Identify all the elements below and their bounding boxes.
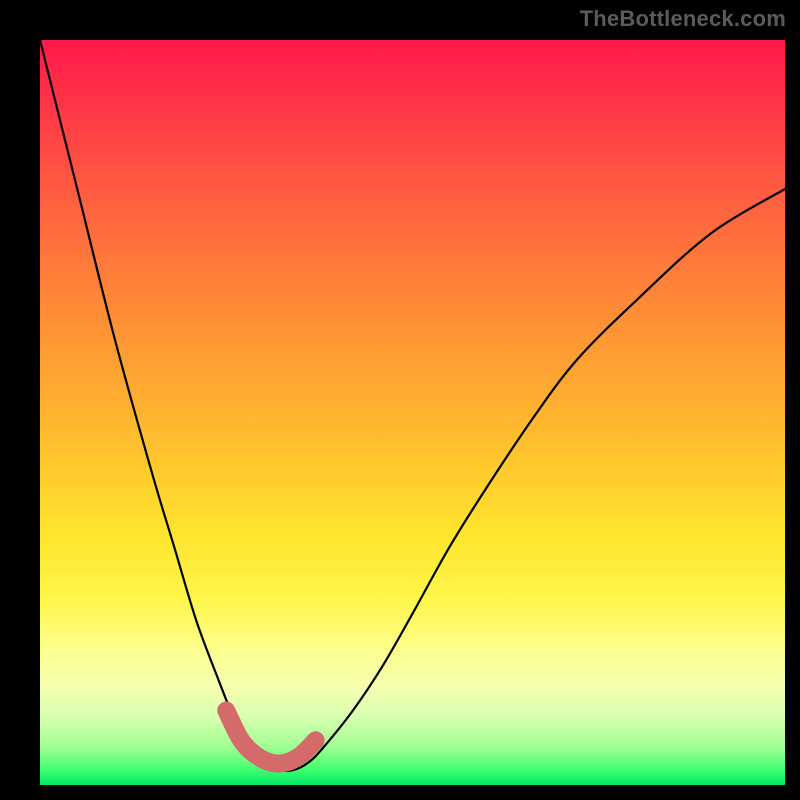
watermark-text: TheBottleneck.com — [580, 6, 786, 32]
optimum-band-path — [226, 711, 315, 764]
bottleneck-curve-path — [40, 40, 785, 771]
plot-area — [40, 40, 785, 785]
chart-frame: TheBottleneck.com — [0, 0, 800, 800]
curve-layer — [40, 40, 785, 785]
